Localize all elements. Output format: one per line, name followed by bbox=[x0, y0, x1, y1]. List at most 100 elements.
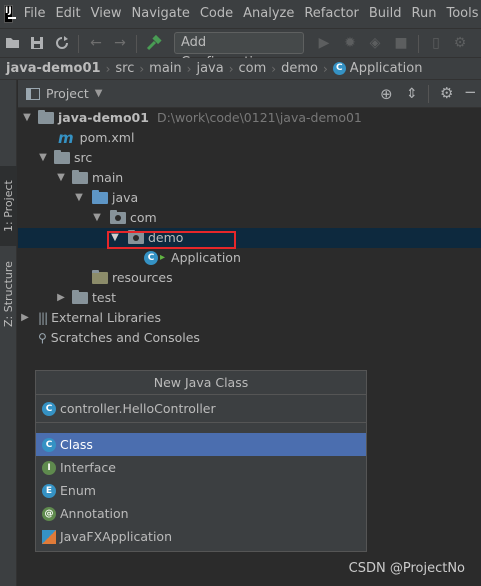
expanded-arrow-icon[interactable]: ▼ bbox=[22, 108, 32, 128]
coverage-icon[interactable]: ◈ bbox=[367, 35, 383, 51]
back-arrow-icon[interactable]: ← bbox=[88, 35, 104, 51]
option-javafx-application[interactable]: JavaFXApplication bbox=[36, 525, 366, 548]
expanded-arrow-icon[interactable]: ▼ bbox=[38, 148, 48, 168]
stop-icon[interactable]: ■ bbox=[393, 35, 409, 51]
src-label: src bbox=[74, 150, 93, 165]
expanded-arrow-icon[interactable]: ▼ bbox=[56, 168, 66, 188]
option-enum[interactable]: E Enum bbox=[36, 479, 366, 502]
chevron-right-icon: › bbox=[186, 61, 192, 76]
tree-item-scratches[interactable]: ⚲ Scratches and Consoles bbox=[18, 328, 481, 348]
tree-item-module[interactable]: ▼ java-demo01 D:\work\code\0121\java-dem… bbox=[18, 108, 481, 128]
tree-item-pom[interactable]: m pom.xml bbox=[18, 128, 481, 148]
tree-item-src[interactable]: ▼ src bbox=[18, 148, 481, 168]
logo-text: IJ bbox=[5, 6, 12, 16]
resources-label: resources bbox=[112, 270, 173, 285]
build-hammer-icon[interactable] bbox=[146, 35, 162, 51]
package-icon bbox=[110, 210, 126, 224]
application-label: Application bbox=[171, 250, 241, 265]
breadcrumb-item-demo[interactable]: demo bbox=[281, 61, 318, 76]
folder-icon bbox=[54, 150, 70, 164]
project-view-icon bbox=[26, 87, 40, 100]
maven-icon: m bbox=[58, 129, 74, 147]
tree-item-java[interactable]: ▼ java bbox=[18, 188, 481, 208]
collapse-all-icon[interactable]: ⇕ bbox=[406, 86, 418, 102]
device-icon[interactable]: ▯ bbox=[428, 35, 444, 51]
menu-edit[interactable]: Edit bbox=[50, 0, 85, 28]
toolbar-separator bbox=[136, 35, 137, 53]
scratches-icon: ⚲ bbox=[38, 331, 47, 345]
watermark: CSDN @ProjectNo bbox=[348, 561, 465, 576]
sync-icon[interactable] bbox=[54, 35, 70, 51]
menu-run[interactable]: Run bbox=[407, 0, 442, 28]
option-class[interactable]: C Class bbox=[36, 433, 366, 456]
menu-analyze[interactable]: Analyze bbox=[238, 0, 299, 28]
menu-refactor[interactable]: Refactor bbox=[299, 0, 364, 28]
highlight-box bbox=[107, 231, 236, 249]
breadcrumb-item-java[interactable]: java bbox=[196, 61, 223, 76]
source-root-folder-icon bbox=[92, 190, 108, 204]
project-panel-title[interactable]: Project bbox=[46, 86, 89, 101]
menu-navigate[interactable]: Navigate bbox=[127, 0, 195, 28]
chevron-down-icon[interactable]: ▼ bbox=[95, 88, 103, 99]
collapsed-arrow-icon[interactable]: ▶ bbox=[20, 308, 30, 328]
collapsed-arrow-icon[interactable]: ▶ bbox=[56, 288, 66, 308]
chevron-right-icon: › bbox=[322, 61, 328, 76]
menu-code[interactable]: Code bbox=[195, 0, 238, 28]
library-icon: ||| bbox=[38, 311, 48, 325]
option-annotation-label: Annotation bbox=[60, 506, 129, 521]
toolbar: ← → Add Configuration... ▶ ✹ ◈ ■ ▯ ⚙ bbox=[0, 28, 481, 70]
pom-label: pom.xml bbox=[79, 130, 135, 145]
folder-icon bbox=[72, 170, 88, 184]
menu-file[interactable]: File bbox=[19, 0, 51, 28]
chevron-right-icon: › bbox=[228, 61, 234, 76]
option-interface[interactable]: I Interface bbox=[36, 456, 366, 479]
tree-item-demo[interactable]: ▼ demo bbox=[18, 228, 481, 248]
enum-icon: E bbox=[42, 483, 56, 498]
option-interface-label: Interface bbox=[60, 460, 116, 475]
class-icon: C bbox=[42, 401, 56, 416]
tab-project-label: 1: Project bbox=[2, 180, 15, 232]
chevron-right-icon: › bbox=[105, 61, 111, 76]
tab-project[interactable]: 1: Project bbox=[0, 166, 17, 246]
tree-item-application[interactable]: C ▸ Application bbox=[18, 248, 481, 268]
tree-item-test[interactable]: ▶ test bbox=[18, 288, 481, 308]
tab-structure[interactable]: Z: Structure bbox=[0, 254, 17, 334]
breadcrumb-item-application[interactable]: Application bbox=[350, 61, 423, 76]
interface-icon: I bbox=[42, 460, 56, 475]
expanded-arrow-icon[interactable]: ▼ bbox=[92, 208, 102, 228]
menu-build[interactable]: Build bbox=[364, 0, 407, 28]
settings-search-icon[interactable]: ⚙ bbox=[452, 35, 468, 51]
expanded-arrow-icon[interactable]: ▼ bbox=[74, 188, 84, 208]
breadcrumb-item-main[interactable]: main bbox=[149, 61, 181, 76]
tree-item-resources[interactable]: resources bbox=[18, 268, 481, 288]
breadcrumb: java-demo01 › src › main › java › com › … bbox=[0, 58, 481, 80]
forward-arrow-icon[interactable]: → bbox=[112, 35, 128, 51]
gear-icon[interactable]: ⚙ bbox=[440, 85, 453, 101]
tree-item-external-libraries[interactable]: ▶ ||| External Libraries bbox=[18, 308, 481, 328]
main-label: main bbox=[92, 170, 124, 185]
chevron-right-icon: › bbox=[139, 61, 145, 76]
add-configuration-button[interactable]: Add Configuration... bbox=[174, 32, 304, 70]
locate-crosshair-icon[interactable]: ⊕ bbox=[380, 86, 393, 102]
class-name-input[interactable]: C controller.HelloController bbox=[36, 395, 366, 423]
hide-panel-icon[interactable]: − bbox=[464, 84, 477, 100]
breadcrumb-item-com[interactable]: com bbox=[239, 61, 267, 76]
class-name-value: controller.HelloController bbox=[60, 401, 216, 416]
menu-view[interactable]: View bbox=[86, 0, 127, 28]
run-icon[interactable]: ▶ bbox=[316, 35, 332, 51]
breadcrumb-item-module[interactable]: java-demo01 bbox=[6, 61, 101, 76]
breadcrumb-item-src[interactable]: src bbox=[115, 61, 134, 76]
module-path: D:\work\code\0121\java-demo01 bbox=[156, 110, 362, 125]
module-name: java-demo01 bbox=[58, 110, 149, 125]
tree-item-com[interactable]: ▼ com bbox=[18, 208, 481, 228]
option-annotation[interactable]: @ Annotation bbox=[36, 502, 366, 525]
external-libraries-label: External Libraries bbox=[51, 310, 161, 325]
debug-icon[interactable]: ✹ bbox=[342, 35, 358, 51]
open-folder-icon[interactable] bbox=[5, 35, 21, 51]
annotation-icon: @ bbox=[42, 506, 56, 521]
save-icon[interactable] bbox=[29, 35, 45, 51]
menu-bar: IJ File Edit View Navigate Code Analyze … bbox=[0, 0, 481, 28]
menu-tools[interactable]: Tools bbox=[441, 0, 481, 28]
tree-item-main[interactable]: ▼ main bbox=[18, 168, 481, 188]
option-javafx-label: JavaFXApplication bbox=[60, 529, 172, 544]
